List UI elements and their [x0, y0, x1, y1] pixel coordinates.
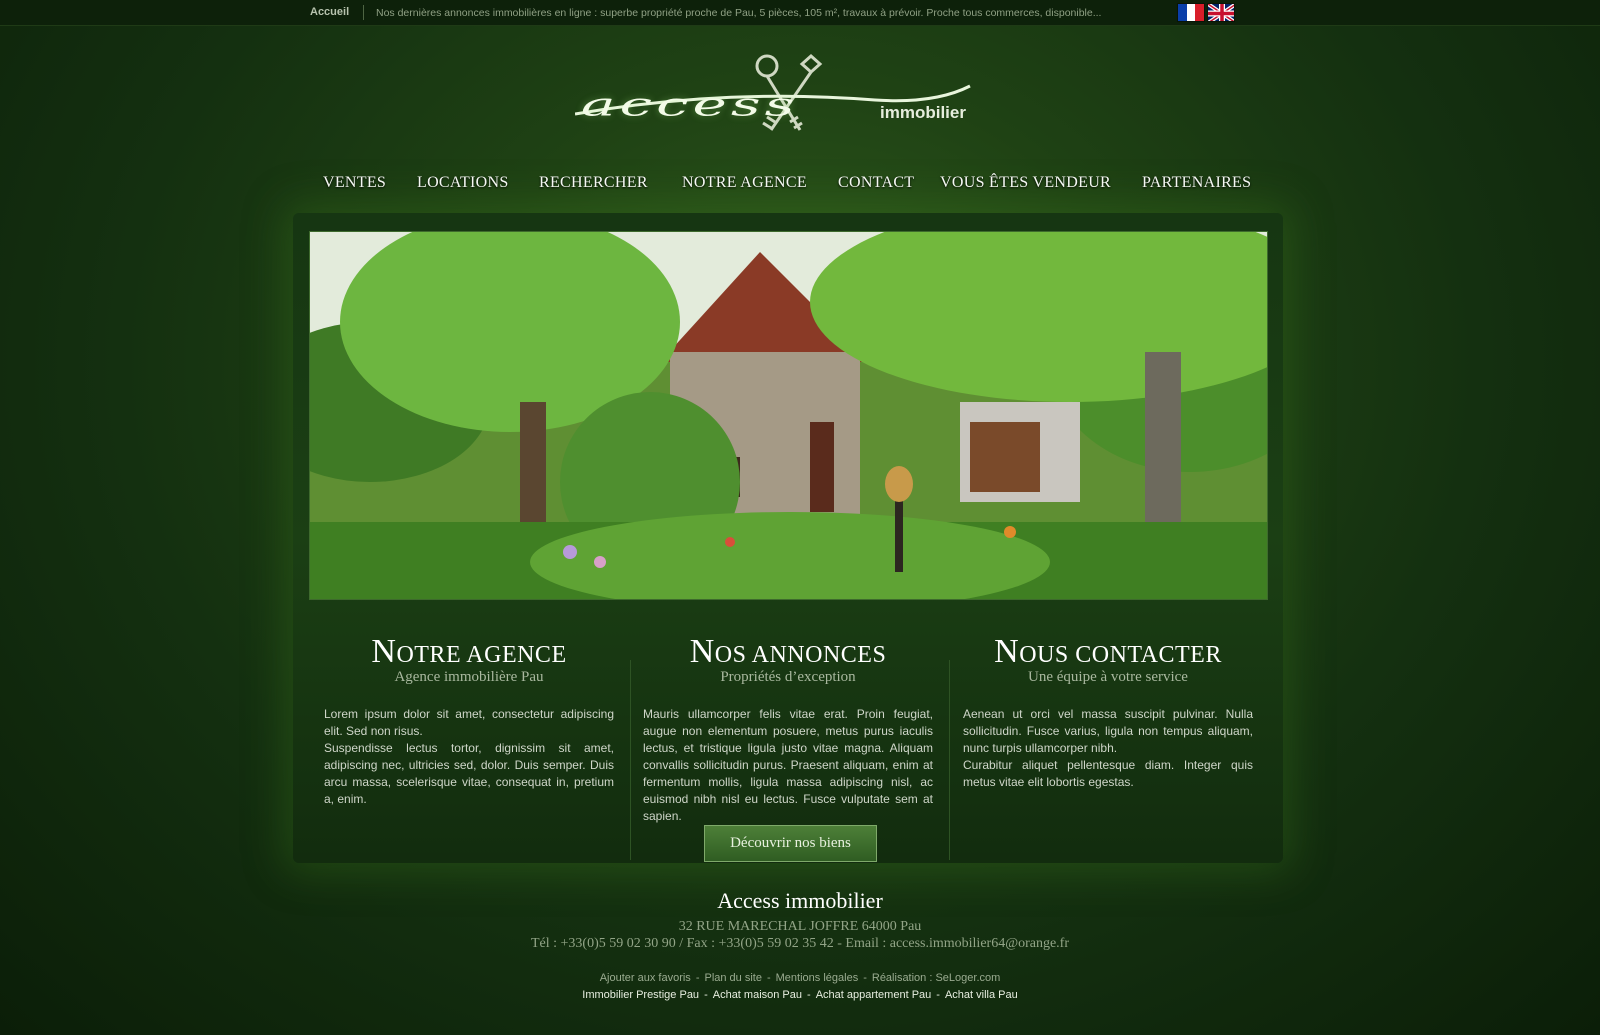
nav-vendeur[interactable]: VOUS ÊTES VENDEUR [940, 174, 1111, 192]
nav-notre-agence[interactable]: NOTRE AGENCE [682, 174, 807, 192]
news-ticker[interactable]: Nos dernières annonces immobilières en l… [376, 7, 1101, 19]
footer-link-sitemap[interactable]: Plan du site [704, 972, 761, 984]
agency-subtitle: Agence immobilière Pau [394, 669, 544, 685]
logo-subtitle: immobilier [880, 103, 966, 122]
site-logo[interactable]: access immobilier [575, 48, 995, 148]
footer-title: Access immobilier [717, 888, 883, 913]
top-bar: Accueil Nos dernières annonces immobiliè… [0, 0, 1600, 26]
agency-section: NOTRE AGENCE Agence immobilière Pau Lore… [324, 633, 614, 808]
nav-partenaires[interactable]: PARTENAIRES [1142, 174, 1251, 192]
contact-heading: NOUS CONTACTER [994, 633, 1222, 670]
footer-address: 32 RUE MARECHAL JOFFRE 64000 Pau [678, 919, 922, 934]
footer-link-favorites[interactable]: Ajouter aux favoris [600, 972, 691, 984]
agency-text: Lorem ipsum dolor sit amet, consectetur … [324, 707, 614, 806]
nav-contact[interactable]: CONTACT [838, 174, 914, 192]
footer-links-seo: Immobilier Prestige Pau - Achat maison Pau… [582, 989, 1018, 1001]
column-divider [630, 660, 631, 860]
nav-ventes[interactable]: VENTES [323, 174, 386, 192]
nav-rechercher[interactable]: RECHERCHER [539, 174, 648, 192]
footer-link-prestige[interactable]: Immobilier Prestige Pau [582, 989, 699, 1001]
agency-heading: NOTRE AGENCE [371, 633, 567, 670]
hero-house-image [309, 231, 1268, 600]
listings-subtitle: Propriétés d’exception [720, 669, 856, 685]
listings-heading: NOS ANNONCES [689, 633, 887, 670]
home-link[interactable]: Accueil [310, 6, 349, 18]
topbar-separator [363, 5, 364, 20]
french-flag-icon[interactable] [1177, 3, 1205, 22]
contact-subtitle: Une équipe à votre service [1028, 669, 1188, 685]
footer-link-appartement[interactable]: Achat appartement Pau [816, 989, 932, 1001]
nav-locations[interactable]: LOCATIONS [417, 174, 509, 192]
contact-section: NOUS CONTACTER Une équipe à votre servic… [963, 633, 1253, 791]
footer-link-villa[interactable]: Achat villa Pau [945, 989, 1018, 1001]
main-nav: VENTES LOCATIONS RECHERCHER NOTRE AGENCE… [305, 160, 1265, 204]
contact-text: Aenean ut orci vel massa suscipit pulvin… [963, 707, 1253, 789]
footer-link-legal[interactable]: Mentions légales [776, 972, 859, 984]
logo-wordmark: access [581, 86, 799, 124]
footer-link-maison[interactable]: Achat maison Pau [713, 989, 802, 1001]
column-divider [949, 660, 950, 860]
english-flag-icon[interactable] [1207, 3, 1235, 22]
footer-link-credits[interactable]: Réalisation : SeLoger.com [872, 972, 1000, 984]
footer-contact: Tél : +33(0)5 59 02 30 90 / Fax : +33(0)… [530, 936, 1070, 951]
discover-properties-button[interactable]: Découvrir nos biens [704, 825, 877, 862]
listings-section: NOS ANNONCES Propriétés d’exception Maur… [643, 633, 933, 825]
listings-text: Mauris ullamcorper felis vitae erat. Pro… [643, 707, 933, 823]
footer-links-primary: Ajouter aux favoris - Plan du site - Mention… [599, 972, 1001, 984]
